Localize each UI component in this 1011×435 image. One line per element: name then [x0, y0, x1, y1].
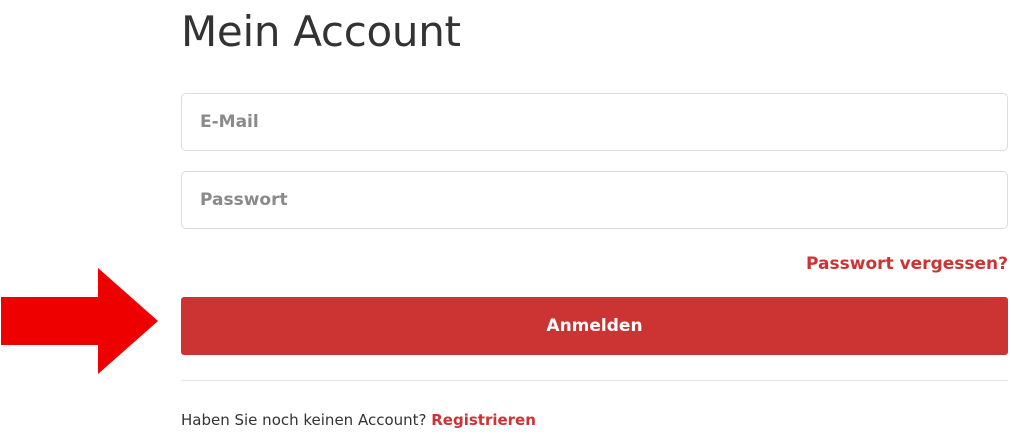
forgot-password-link[interactable]: Passwort vergessen?	[806, 253, 1008, 275]
email-field[interactable]	[181, 93, 1008, 151]
password-field[interactable]	[181, 171, 1008, 229]
register-prompt-text: Haben Sie noch keinen Account?	[181, 411, 432, 429]
right-arrow-icon	[1, 268, 158, 374]
register-prompt-line: Haben Sie noch keinen Account? Registrie…	[181, 409, 536, 431]
register-link[interactable]: Registrieren	[431, 411, 536, 429]
page-title: Mein Account	[181, 7, 461, 56]
divider	[181, 380, 1008, 381]
login-button[interactable]: Anmelden	[181, 297, 1008, 355]
login-page: Mein Account Passwort vergessen? Anmelde…	[0, 0, 1011, 435]
